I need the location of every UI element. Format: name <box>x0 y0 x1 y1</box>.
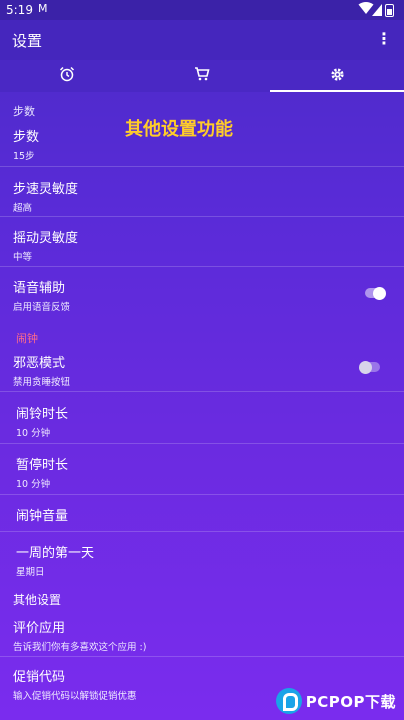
setting-shake-sensitivity[interactable]: 摇动灵敏度 中等 <box>13 227 78 263</box>
divider <box>0 656 404 657</box>
tab-settings[interactable] <box>270 60 404 92</box>
divider <box>0 266 404 267</box>
app-bar: 设置 ⋮ <box>0 20 404 60</box>
gear-icon <box>330 67 345 86</box>
setting-voice-assist[interactable]: 语音辅助 启用语音反馈 <box>13 277 70 313</box>
section-header-alarm: 闹钟 <box>16 332 38 345</box>
setting-value: 10 分钟 <box>16 428 51 439</box>
tab-bar <box>0 60 404 92</box>
signal-icon <box>372 4 382 19</box>
feature-caption: 其他设置功能 <box>125 119 233 140</box>
tab-alarm[interactable] <box>0 60 134 92</box>
setting-step-sensitivity[interactable]: 步速灵敏度 超高 <box>13 178 78 214</box>
setting-title: 评价应用 <box>13 621 66 636</box>
setting-snooze-duration[interactable]: 暂停时长 10 分钟 <box>16 454 68 490</box>
watermark-text: PCPOP下载 <box>305 692 396 711</box>
setting-value: 输入促销代码以解锁促销优惠 <box>13 691 137 702</box>
watermark: PCPOP下载 <box>275 688 396 714</box>
divider <box>0 494 404 495</box>
setting-title: 邪恶模式 <box>13 356 66 371</box>
setting-value: 星期日 <box>16 567 45 578</box>
setting-evil-mode[interactable]: 邪恶模式 禁用贪睡按钮 <box>13 352 70 388</box>
setting-title: 闹钟音量 <box>16 509 69 524</box>
cart-icon <box>194 66 210 86</box>
more-options-icon[interactable]: ⋮ <box>376 29 392 48</box>
divider <box>0 443 404 444</box>
divider <box>0 531 404 532</box>
setting-value: 告诉我们你有多喜欢这个应用 :) <box>13 642 147 653</box>
setting-alarm-duration[interactable]: 闹铃时长 10 分钟 <box>16 403 68 439</box>
setting-title: 步数 <box>13 130 40 145</box>
setting-value: 15步 <box>13 151 35 162</box>
setting-alarm-volume[interactable]: 闹钟音量 <box>16 505 68 524</box>
page-title: 设置 <box>12 32 43 50</box>
alarm-icon <box>59 66 75 86</box>
setting-title: 暂停时长 <box>16 458 69 473</box>
status-time: 5:19 <box>6 3 33 17</box>
setting-value: 10 分钟 <box>16 479 51 490</box>
evil-mode-toggle[interactable] <box>359 360 380 374</box>
setting-title: 促销代码 <box>13 670 66 685</box>
divider <box>0 216 404 217</box>
setting-title: 步速灵敏度 <box>13 182 79 197</box>
section-header-other: 其他设置 <box>13 593 62 607</box>
divider <box>0 391 404 392</box>
setting-first-day-of-week[interactable]: 一周的第一天 星期日 <box>16 542 94 578</box>
setting-promo-code[interactable]: 促销代码 输入促销代码以解锁促销优惠 <box>13 666 137 702</box>
voice-assist-toggle[interactable] <box>365 286 386 300</box>
setting-steps[interactable]: 步数 15步 <box>13 126 39 162</box>
divider <box>0 166 404 167</box>
setting-value: 禁用贪睡按钮 <box>13 377 71 388</box>
tab-shop[interactable] <box>135 60 269 92</box>
toggle-thumb <box>359 360 372 374</box>
setting-title: 语音辅助 <box>13 281 66 296</box>
battery-icon <box>385 4 394 17</box>
setting-title: 闹铃时长 <box>16 407 69 422</box>
setting-title: 一周的第一天 <box>16 546 95 561</box>
status-bar: 5:19 M <box>0 0 404 20</box>
setting-value: 启用语音反馈 <box>13 302 71 313</box>
mail-icon: M <box>38 2 48 15</box>
setting-rate-app[interactable]: 评价应用 告诉我们你有多喜欢这个应用 :) <box>13 617 146 653</box>
pcpop-logo-icon <box>275 688 302 714</box>
setting-value: 中等 <box>13 252 33 263</box>
toggle-thumb <box>373 286 386 300</box>
setting-title: 摇动灵敏度 <box>13 231 79 246</box>
section-header-steps: 步数 <box>13 105 35 118</box>
setting-value: 超高 <box>13 203 33 214</box>
